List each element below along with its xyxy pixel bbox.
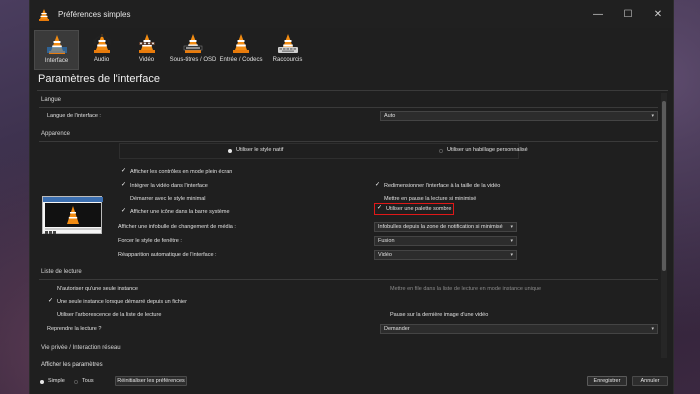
playlist-tree-label: Utiliser l'arborescence de la liste de l… [57,312,162,318]
auto-raise-select[interactable]: Vidéo ▾ [374,250,517,260]
chevron-down-icon: ▾ [651,113,654,119]
minimize-button[interactable]: — [583,0,613,28]
chevron-down-icon: ▾ [510,224,513,230]
section-apparence: Apparence [41,131,71,137]
one-instance-file-label: Une seule instance lorsque démarré depui… [57,299,187,305]
category-toolbar: Interface Audio Vidéo Sous-titres / OSD … [30,28,673,70]
all-radio[interactable] [74,380,78,384]
tab-audio[interactable]: Audio [79,30,124,70]
simple-radio[interactable] [40,380,44,384]
native-style-radio[interactable] [228,149,232,153]
auto-raise-value: Vidéo [378,252,392,258]
language-label: Langue de l'interface : [47,113,101,119]
divider [39,279,658,280]
codecs-icon [233,34,249,53]
pause-last-frame-label: Pause sur la dernière image d'une vidéo [390,312,489,318]
all-label: Tous [82,378,94,384]
window-style-label: Forcer le style de fenêtre : [118,238,182,244]
custom-skin-label: Utiliser un habillage personnalisé [447,147,528,153]
minimal-start-label: Démarrer avec le style minimal [130,196,206,202]
tab-video-label: Vidéo [138,57,155,63]
audio-icon [93,34,110,53]
maximize-button[interactable]: ☐ [613,0,643,28]
checkbox-pause-last-frame[interactable] [380,311,387,318]
chevron-down-icon: ▾ [651,326,654,332]
tab-subtitles-osd[interactable]: Sous-titres / OSD [169,30,217,70]
language-select-value: Auto [384,113,396,119]
checkbox-one-instance[interactable] [47,285,54,292]
dark-palette-label: Utiliser une palette sombre [386,206,452,212]
tab-codecs-label: Entrée / Codecs [219,57,263,63]
checkbox-one-instance-file[interactable]: ✓ [47,298,54,305]
subtitles-icon [183,34,203,53]
tab-audio-label: Audio [93,57,110,63]
divider [39,107,658,108]
resume-label: Reprendre la lecture ? [47,326,102,332]
divider [39,141,658,142]
checkbox-resize-interface[interactable]: ✓ [374,182,381,189]
footer: Afficher les paramètres Simple Tous Réin… [30,360,673,394]
preferences-window: Préférences simples — ☐ ✕ Interface Audi… [29,0,674,394]
resume-select-value: Demander [384,326,410,332]
integrate-video-label: Intégrer la vidéo dans l'interface [130,183,208,189]
section-langue: Langue [41,97,62,103]
section-playlist: Liste de lecture [41,269,82,275]
resume-select[interactable]: Demander ▾ [380,324,658,334]
popup-select[interactable]: Infobulles depuis la zone de notificatio… [374,222,517,232]
checkbox-minimal-start[interactable] [120,195,127,202]
video-icon [138,34,155,53]
systray-icon-label: Afficher une icône dans la barre système [130,209,230,215]
custom-skin-radio[interactable] [439,149,443,153]
interface-preview-image [42,196,103,234]
tab-interface-label: Interface [44,58,69,64]
hotkeys-icon [277,34,298,53]
tab-hotkeys[interactable]: Raccourcis [265,30,310,70]
vertical-scrollbar[interactable] [661,93,667,358]
checkbox-fullscreen-controls[interactable]: ✓ [120,168,127,175]
simple-label: Simple [48,378,65,384]
show-settings-label: Afficher les paramètres [41,362,103,368]
one-instance-label: N'autoriser qu'une seule instance [57,286,138,292]
native-style-label: Utiliser le style natif [236,147,284,153]
chevron-down-icon: ▾ [510,252,513,258]
vlc-cone-icon [38,8,50,21]
popup-select-value: Infobulles depuis la zone de notificatio… [378,224,503,230]
cancel-button[interactable]: Annuler [632,376,668,386]
interface-icon [46,35,67,54]
checkbox-dark-palette[interactable]: ✓ [376,205,383,212]
tab-hotkeys-label: Raccourcis [272,57,303,63]
window-style-select[interactable]: Fusion ▾ [374,236,517,246]
checkbox-pause-minimized[interactable] [374,195,381,202]
tab-input-codecs[interactable]: Entrée / Codecs [217,30,265,70]
tab-subtitles-label: Sous-titres / OSD [169,57,217,63]
chevron-down-icon: ▾ [510,238,513,244]
save-button[interactable]: Enregistrer [587,376,627,386]
pause-minimized-label: Mettre en pause la lecture si minimisé [384,196,477,202]
tab-interface[interactable]: Interface [34,30,79,70]
fullscreen-controls-label: Afficher les contrôles en mode plein écr… [130,169,233,175]
reset-preferences-button[interactable]: Réinitialiser les préférences [115,376,187,386]
close-button[interactable]: ✕ [643,0,673,28]
title-bar: Préférences simples — ☐ ✕ [30,0,673,28]
auto-raise-label: Réapparition automatique de l'interface … [118,252,217,258]
checkbox-playlist-tree[interactable] [47,311,54,318]
window-style-value: Fusion [378,238,395,244]
window-title: Préférences simples [58,9,131,19]
settings-scroll-area[interactable]: Langue Langue de l'interface : Auto ▾ Ap… [37,90,668,362]
language-select[interactable]: Auto ▾ [380,111,658,121]
checkbox-systray-icon[interactable]: ✓ [120,208,127,215]
resize-interface-label: Redimensionner l'interface à la taille d… [384,183,501,189]
checkbox-enqueue-instance[interactable] [380,285,387,292]
scrollbar-thumb[interactable] [662,101,666,271]
section-privacy: Vie privée / Interaction réseau [41,345,121,351]
tab-video[interactable]: Vidéo [124,30,169,70]
popup-label: Afficher une infobulle de changement de … [118,224,236,230]
checkbox-integrate-video[interactable]: ✓ [120,182,127,189]
enqueue-instance-label: Mettre en file dans la liste de lecture … [390,286,542,292]
page-title: Paramètres de l'interface [38,73,160,85]
